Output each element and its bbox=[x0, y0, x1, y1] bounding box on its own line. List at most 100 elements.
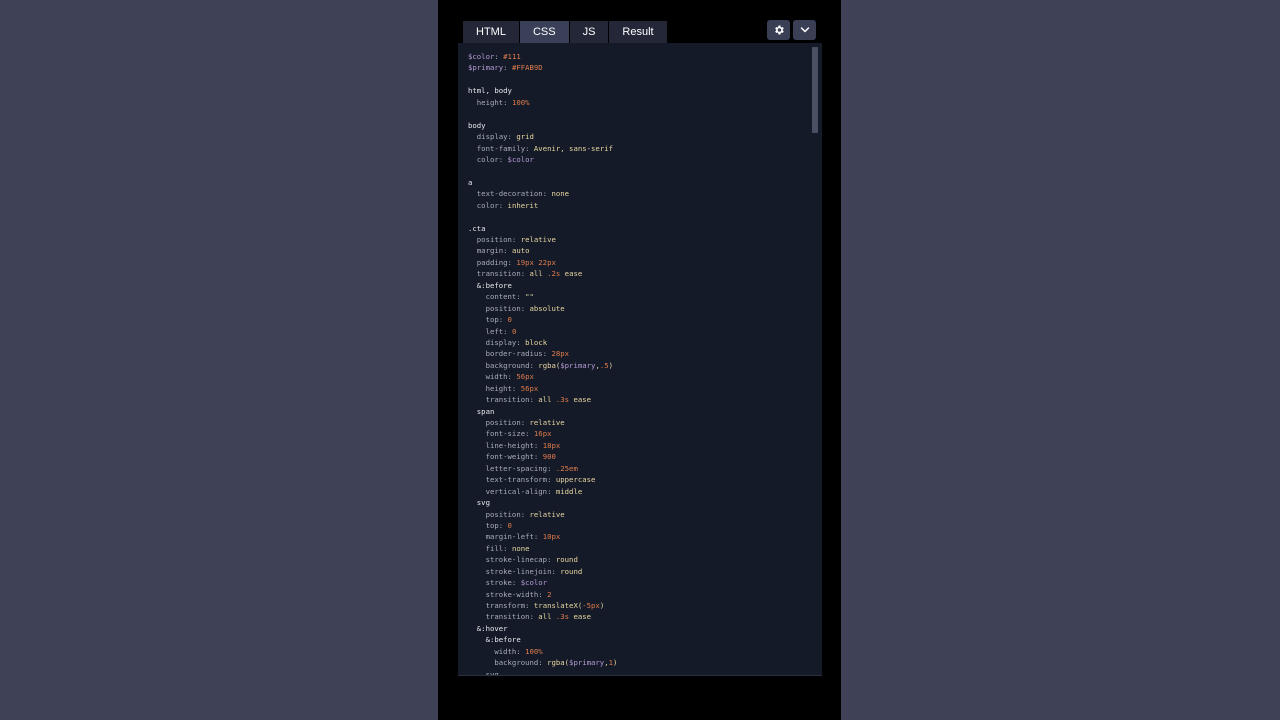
code-line: margin-left: 10px bbox=[468, 531, 806, 542]
code-token: ) bbox=[599, 601, 605, 610]
code-token: fill: bbox=[468, 543, 512, 553]
code-line: display: block bbox=[468, 337, 806, 348]
code-token: height: bbox=[468, 97, 512, 107]
code-line: font-weight: 900 bbox=[468, 451, 806, 462]
code-token: $color bbox=[468, 52, 495, 61]
code-line: width: 56px bbox=[468, 371, 806, 382]
code-token: 0 bbox=[507, 520, 512, 530]
code-line: stroke-linecap: round bbox=[468, 554, 806, 565]
code-token: "" bbox=[525, 292, 534, 302]
code-token: &:before bbox=[468, 280, 512, 290]
code-line: transform: translateX(-5px) bbox=[468, 600, 806, 611]
code-token: height: bbox=[468, 383, 521, 393]
code-token: vertical-align: bbox=[468, 486, 556, 496]
code-line: position: relative bbox=[468, 509, 806, 520]
code-token: .3s bbox=[555, 395, 570, 405]
code-token: font-weight: bbox=[468, 452, 543, 462]
code-line: vertical-align: middle bbox=[468, 486, 806, 497]
code-token: font-size: bbox=[468, 429, 534, 439]
code-token: 19px 22px bbox=[516, 257, 556, 267]
code-line: transition: all .3s ease bbox=[468, 394, 806, 405]
code-token: position: bbox=[468, 235, 521, 244]
code-line: background: rgba($primary,.5) bbox=[468, 360, 806, 371]
settings-button[interactable] bbox=[767, 20, 790, 40]
code-line: content: "" bbox=[468, 291, 806, 302]
code-line: font-family: Avenir, sans-serif bbox=[468, 143, 806, 154]
code-token: transition: bbox=[468, 269, 530, 279]
code-line: top: 0 bbox=[468, 520, 806, 531]
tab-css[interactable]: CSS bbox=[519, 21, 569, 43]
code-line: height: 100% bbox=[468, 97, 806, 108]
code-token: html, body bbox=[468, 86, 512, 96]
code-token: 100% bbox=[511, 97, 530, 107]
code-token: grid bbox=[516, 132, 534, 142]
code-token: stroke-linejoin: bbox=[468, 566, 561, 576]
code-line: top: 0 bbox=[468, 314, 806, 325]
code-line: a bbox=[468, 177, 806, 188]
code-token: all bbox=[538, 395, 556, 405]
code-token: $color bbox=[507, 154, 534, 164]
code-line: background: rgba($primary,1) bbox=[468, 657, 806, 668]
code-line: padding: 19px 22px bbox=[468, 257, 806, 268]
code-token: background: bbox=[468, 360, 539, 370]
code-line: transition: all .2s ease bbox=[468, 268, 806, 279]
code-line: line-height: 18px bbox=[468, 440, 806, 451]
code-line: left: 0 bbox=[468, 326, 806, 337]
code-token: position: bbox=[468, 303, 530, 313]
code-token: $primary bbox=[468, 63, 504, 73]
chevron-down-icon bbox=[800, 27, 809, 33]
code-token: position: bbox=[468, 509, 530, 519]
code-line: transition: all .3s ease bbox=[468, 611, 806, 622]
code-line: .cta bbox=[468, 223, 806, 234]
code-token: 900 bbox=[542, 452, 556, 462]
code-line: margin: auto bbox=[468, 245, 806, 256]
tab-js[interactable]: JS bbox=[569, 21, 609, 43]
code-line: $color: #111 bbox=[468, 51, 806, 62]
code-token: 100% bbox=[525, 646, 543, 656]
code-line: color: $color bbox=[468, 154, 806, 165]
code-token: ) bbox=[613, 658, 618, 668]
code-token: display: bbox=[468, 132, 517, 142]
code-line: position: relative bbox=[468, 417, 806, 428]
code-token: display: bbox=[468, 337, 526, 347]
code-token: left: bbox=[468, 326, 512, 336]
code-token: width: bbox=[468, 372, 517, 382]
code-token: -5px bbox=[582, 601, 600, 610]
code-line: border-radius: 28px bbox=[468, 348, 806, 359]
code-token: auto bbox=[511, 246, 530, 256]
code-token: letter-spacing: bbox=[468, 463, 556, 473]
code-token: rgba( bbox=[538, 360, 561, 370]
code-token: font-family: bbox=[468, 143, 534, 153]
css-code-editor[interactable]: $color: #111 $primary: #FFAB9D html, body … bbox=[458, 43, 822, 676]
code-token: 10px bbox=[542, 532, 561, 542]
code-line: &:before bbox=[468, 280, 806, 291]
code-token: .25em bbox=[555, 463, 578, 473]
code-token: block bbox=[525, 337, 548, 347]
code-token: : bbox=[503, 63, 512, 73]
code-token: color: bbox=[468, 154, 508, 164]
code-line: text-decoration: none bbox=[468, 188, 806, 199]
code-token: svg bbox=[468, 669, 499, 676]
code-token: Avenir, sans-serif bbox=[533, 143, 613, 153]
editor-scrollbar[interactable] bbox=[812, 47, 818, 133]
code-line: height: 56px bbox=[468, 383, 806, 394]
code-token: #111 bbox=[503, 52, 521, 61]
code-token: content: bbox=[468, 292, 526, 302]
code-token: color: bbox=[468, 200, 508, 210]
code-token: relative bbox=[529, 418, 565, 427]
editor-tab-bar: HTML CSS JS Result bbox=[463, 21, 668, 43]
code-line: position: relative bbox=[468, 234, 806, 245]
code-token: margin: bbox=[468, 246, 512, 256]
gear-icon bbox=[774, 25, 784, 35]
code-line: span bbox=[468, 406, 806, 417]
tab-result[interactable]: Result bbox=[609, 21, 667, 43]
code-token: a bbox=[468, 177, 473, 187]
code-line: color: inherit bbox=[468, 200, 806, 211]
menu-dropdown-button[interactable] bbox=[793, 20, 816, 40]
tab-html[interactable]: HTML bbox=[463, 21, 519, 43]
code-token: position: bbox=[468, 418, 530, 427]
code-token: 56px bbox=[520, 383, 539, 393]
code-line: stroke-linejoin: round bbox=[468, 566, 806, 577]
